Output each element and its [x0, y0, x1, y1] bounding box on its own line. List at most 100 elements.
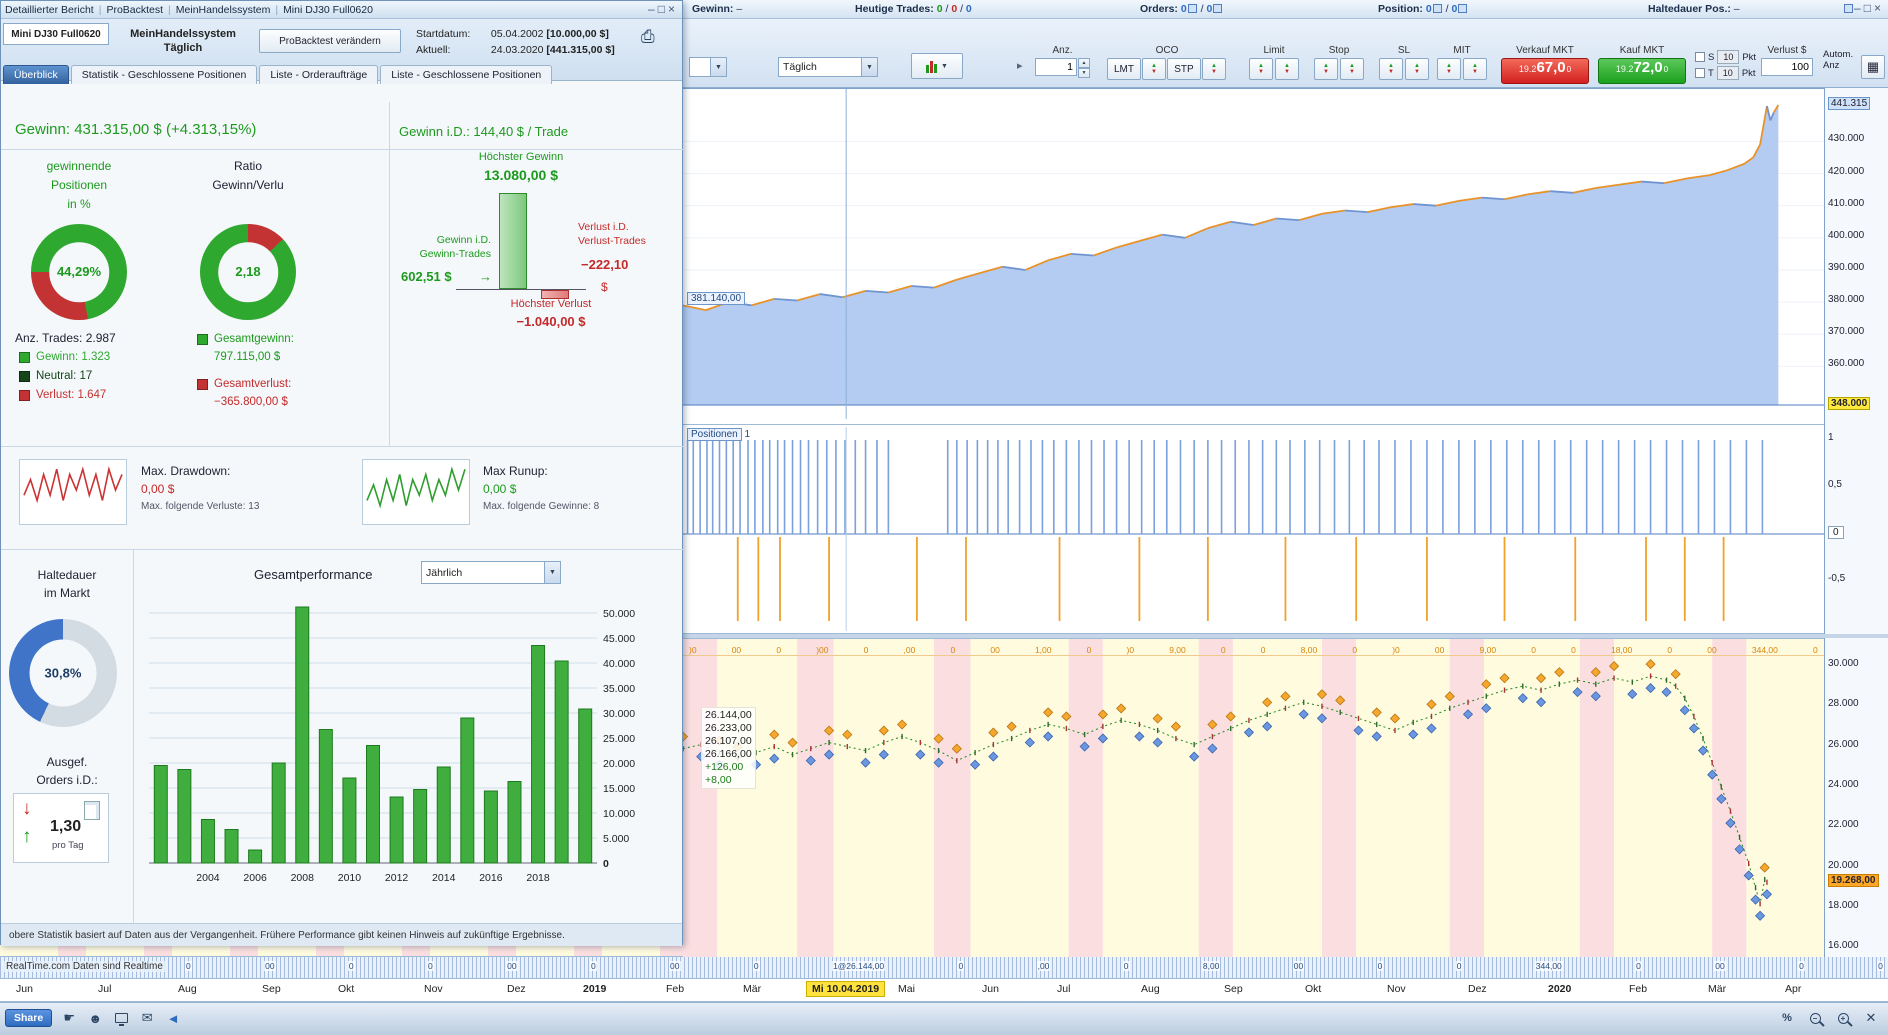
- statusbar-left: Share ☛ ☻ ✉ ◄: [5, 1009, 182, 1027]
- mit-sell-button[interactable]: ▲ ▼: [1463, 58, 1487, 80]
- titlebar-item-4[interactable]: Mini DJ30 Full0620: [283, 4, 373, 16]
- equity-chart-panel[interactable]: 381.140,00: [683, 88, 1824, 424]
- timeline-selected-date: Mi 10.04.2019: [806, 981, 886, 997]
- timeline-label: Mai: [898, 983, 915, 995]
- toolbar-expander[interactable]: ▸: [1017, 59, 1023, 72]
- timeline-label: Okt: [338, 983, 355, 995]
- mail-icon[interactable]: ✉: [138, 1009, 156, 1027]
- buy-limit-button[interactable]: ▲ ▼: [1249, 58, 1273, 80]
- tab--berblick[interactable]: Überblick: [3, 65, 69, 84]
- svg-text:25.000: 25.000: [603, 733, 635, 745]
- print-icon[interactable]: ⎙: [641, 27, 655, 47]
- axis-label: 420.000: [1828, 165, 1865, 177]
- equity-annotation: 381.140,00: [687, 292, 746, 305]
- layout-icon[interactable]: [1844, 4, 1854, 13]
- close-tool-icon[interactable]: ✕: [1862, 1009, 1880, 1027]
- limit-group: Limit ▲ ▼ ▲ ▼: [1248, 45, 1300, 80]
- chevron-down-icon: ▼: [544, 562, 560, 583]
- sl-sell-button[interactable]: ▲ ▼: [1405, 58, 1429, 80]
- minimize-button[interactable]: –: [648, 2, 658, 16]
- quantity-stepper[interactable]: ▲ ▼: [1078, 58, 1090, 78]
- titlebar-item-2[interactable]: ProBacktest: [106, 4, 163, 16]
- tab-statistik-geschlossene-positionen[interactable]: Statistik - Geschlossene Positionen: [70, 65, 258, 84]
- axis-label: 430.000: [1828, 133, 1865, 145]
- timeline-label: Mär: [743, 983, 762, 995]
- quantity-input[interactable]: [1035, 58, 1077, 76]
- page-icon: [84, 801, 100, 820]
- avg-win-value: 602,51 $: [401, 269, 452, 284]
- sep: /: [1445, 3, 1449, 15]
- max-loss-group: Verlust $: [1761, 45, 1813, 76]
- chart-type-button[interactable]: ▼: [911, 53, 963, 79]
- pointer-icon[interactable]: ☛: [60, 1009, 78, 1027]
- minimize-button[interactable]: –: [1854, 1, 1864, 15]
- zoom-out-icon[interactable]: −: [1806, 1009, 1824, 1027]
- ratio-label: Ratio Gewinn/Verlu: [186, 157, 310, 195]
- avg-profit-line: Gewinn i.D.: 144,40 $ / Trade: [399, 124, 569, 139]
- t-points-value[interactable]: 10: [1716, 66, 1739, 80]
- lmt-button[interactable]: LMT: [1107, 58, 1141, 80]
- gewinn-stat: Gewinn: –: [692, 3, 742, 15]
- order-annotation: 1,00: [1034, 645, 1052, 655]
- price-readout-value: 26.233,00: [705, 722, 752, 734]
- max-win-value: 13.080,00 $: [484, 167, 558, 183]
- users-icon[interactable]: ☻: [86, 1009, 104, 1027]
- mit-buy-button[interactable]: ▲ ▼: [1437, 58, 1461, 80]
- stop-checkbox[interactable]: [1695, 52, 1705, 62]
- stp-button[interactable]: STP: [1167, 58, 1201, 80]
- price-chart[interactable]: [683, 639, 1824, 957]
- buy-market-button[interactable]: 19.2 72,0 0: [1598, 58, 1686, 84]
- back-icon[interactable]: ◄: [164, 1009, 182, 1027]
- modify-backtest-button[interactable]: ProBacktest verändern: [259, 29, 401, 53]
- equity-chart[interactable]: [683, 89, 1824, 425]
- maximize-button[interactable]: □: [658, 2, 668, 16]
- order-price-token: 0: [1877, 961, 1884, 971]
- tab-liste-orderauftr-ge[interactable]: Liste - Orderaufträge: [259, 65, 379, 84]
- close-button[interactable]: ×: [668, 2, 678, 16]
- target-checkbox[interactable]: [1695, 68, 1705, 78]
- sell-price-prefix: 19.2: [1518, 64, 1537, 74]
- order-annotation: 0: [1813, 645, 1818, 655]
- maximize-button[interactable]: □: [1864, 1, 1874, 15]
- grid-icon[interactable]: ▦: [1861, 55, 1885, 79]
- titlebar-item-3[interactable]: MeinHandelssystem: [176, 4, 271, 16]
- oco-buy-button[interactable]: ▲ ▼: [1142, 58, 1166, 80]
- performance-period-select[interactable]: Jährlich ▼: [421, 561, 561, 584]
- sell-market-button[interactable]: 19.2 67,0 0: [1501, 58, 1589, 84]
- platform-statusbar: Share ☛ ☻ ✉ ◄ % − + ✕: [0, 1002, 1888, 1035]
- heutige-label: Heutige Trades:: [855, 3, 934, 15]
- price-chart-panel[interactable]: )0 00 0)00 0,00 0 00 1,00 0)0 9,00 0 0 8,00 0)0 00 9,0…: [683, 638, 1824, 957]
- orders-count-1: 0: [1180, 3, 1187, 15]
- tab-liste-geschlossene-positionen[interactable]: Liste - Geschlossene Positionen: [380, 65, 553, 84]
- grid-button-group: ▦: [1861, 55, 1885, 79]
- legend-label: Neutral: 17: [36, 370, 93, 382]
- buy-price-main: 72,0: [1633, 59, 1663, 76]
- sell-stop-button[interactable]: ▲ ▼: [1340, 58, 1364, 80]
- titlebar-item-1[interactable]: Detaillierter Bericht: [5, 4, 94, 16]
- share-button[interactable]: Share: [5, 1009, 53, 1027]
- positions-chart[interactable]: [683, 425, 1824, 635]
- timeline-label: Okt: [1305, 983, 1322, 995]
- runup-label: Max Runup:: [483, 464, 548, 478]
- price-readout-value: 26.107,00: [705, 735, 752, 747]
- close-button[interactable]: ×: [1874, 1, 1884, 15]
- sell-market-label: Verkauf MKT: [1516, 45, 1574, 56]
- percent-icon[interactable]: %: [1778, 1009, 1796, 1027]
- report-titlebar[interactable]: Detaillierter Bericht | ProBacktest | MeinHa…: [1, 1, 682, 19]
- sell-limit-button[interactable]: ▲ ▼: [1275, 58, 1299, 80]
- zoom-in-icon[interactable]: +: [1834, 1009, 1852, 1027]
- positions-panel[interactable]: Positionen 1: [683, 424, 1824, 634]
- max-loss-input[interactable]: [1761, 58, 1813, 76]
- sl-buy-button[interactable]: ▲ ▼: [1379, 58, 1403, 80]
- svg-text:0: 0: [603, 858, 609, 870]
- s-points-value[interactable]: 10: [1717, 50, 1740, 64]
- order-price-token: ,00: [1036, 961, 1051, 971]
- monitor-icon[interactable]: [112, 1009, 130, 1027]
- buy-stop-button[interactable]: ▲ ▼: [1314, 58, 1338, 80]
- oco-sell-button[interactable]: ▲ ▼: [1202, 58, 1226, 80]
- order-annotation: 0: [1352, 645, 1358, 655]
- instrument-tab[interactable]: Mini DJ30 Full0620: [3, 23, 109, 45]
- period-select[interactable]: Täglich ▼: [778, 57, 878, 77]
- green-swatch: [197, 333, 208, 345]
- instrument-select[interactable]: ▼: [689, 57, 727, 77]
